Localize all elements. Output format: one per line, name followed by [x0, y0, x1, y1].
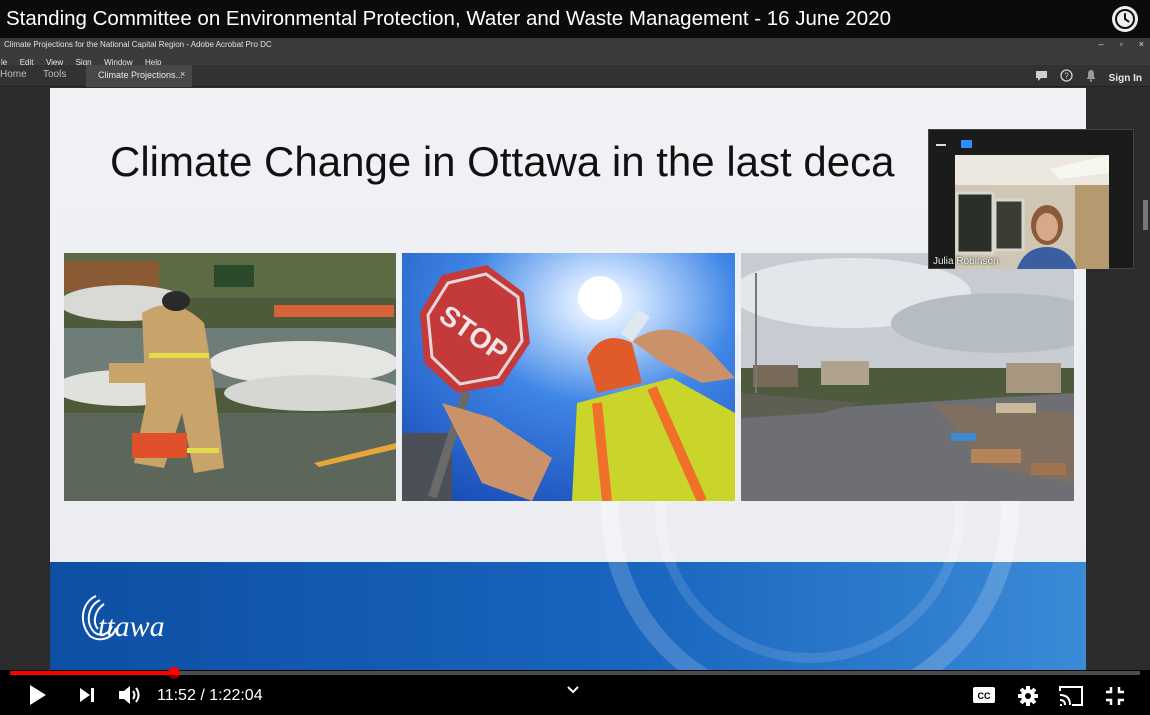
- tab-document-label: Climate Projections...: [98, 70, 184, 80]
- watch-later-icon[interactable]: [1112, 6, 1138, 32]
- tab-tools[interactable]: Tools: [43, 69, 66, 80]
- participant-video-tile[interactable]: Julia Robinson: [928, 129, 1134, 269]
- current-time: 11:52: [157, 687, 196, 704]
- ottawa-logo: ttawa: [76, 592, 202, 644]
- participant-name: Julia Robinson: [933, 256, 999, 267]
- slide-footer-band: ttawa: [50, 562, 1086, 670]
- help-icon[interactable]: ?: [1060, 69, 1073, 87]
- acrobat-toolbar-right: ? Sign In: [1035, 69, 1142, 87]
- tornado-debris-photo: [741, 253, 1074, 501]
- close-window-button[interactable]: ×: [1139, 39, 1144, 49]
- svg-text:CC: CC: [978, 691, 991, 701]
- sign-in-button[interactable]: Sign In: [1109, 73, 1142, 84]
- svg-text:ttawa: ttawa: [98, 610, 165, 643]
- tab-home[interactable]: Home: [0, 69, 27, 80]
- flood-sandbags-photo: [64, 253, 396, 501]
- cast-icon[interactable]: [1058, 685, 1084, 712]
- video-title[interactable]: Standing Committee on Environmental Prot…: [6, 7, 891, 31]
- tile-minimize-icon[interactable]: [936, 144, 946, 146]
- window-controls: – ▫ ×: [1099, 39, 1144, 49]
- acrobat-tabbar: Home Tools Climate Projections... × ? Si…: [0, 65, 1150, 87]
- maximize-button[interactable]: ▫: [1120, 39, 1123, 49]
- acrobat-window-title: Climate Projections for the National Cap…: [4, 40, 272, 49]
- svg-text:?: ?: [1064, 72, 1069, 81]
- volume-icon[interactable]: [117, 684, 143, 711]
- tile-view-icon[interactable]: [961, 140, 972, 148]
- comment-icon[interactable]: [1035, 69, 1048, 87]
- time-separator: /: [200, 687, 205, 704]
- time-display: 11:52 / 1:22:04: [157, 687, 263, 705]
- minimize-button[interactable]: –: [1099, 39, 1104, 49]
- tab-close-button[interactable]: ×: [180, 69, 185, 79]
- document-scrollbar[interactable]: [1143, 200, 1148, 230]
- play-icon[interactable]: [28, 683, 48, 712]
- settings-icon[interactable]: [1017, 685, 1039, 712]
- tab-document[interactable]: Climate Projections... ×: [86, 65, 192, 87]
- video-title-bar: Standing Committee on Environmental Prot…: [0, 0, 1150, 38]
- video-duration: 1:22:04: [209, 687, 263, 704]
- captions-icon[interactable]: CC: [972, 686, 996, 709]
- acrobat-menubar: le Edit View Sign Window Help: [0, 52, 1150, 67]
- next-icon[interactable]: [78, 686, 96, 709]
- chevron-down-icon[interactable]: [566, 682, 580, 700]
- heat-stop-sign-photo: STOP: [402, 253, 735, 501]
- exit-fullscreen-icon[interactable]: [1104, 686, 1126, 711]
- participant-video: [955, 155, 1109, 269]
- acrobat-titlebar: Climate Projections for the National Cap…: [0, 38, 1150, 52]
- player-controls: 11:52 / 1:22:04 CC: [0, 675, 1150, 715]
- slide-title: Climate Change in Ottawa in the last dec…: [110, 138, 895, 185]
- bell-icon[interactable]: [1085, 69, 1097, 87]
